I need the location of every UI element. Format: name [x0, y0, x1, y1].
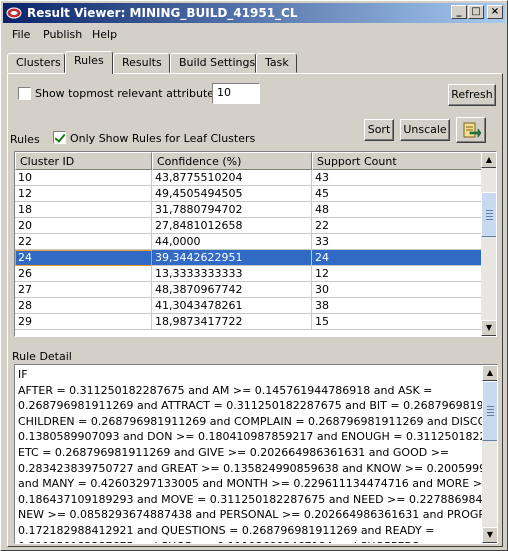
rules-panel: Show topmost relevant attributes: 10 Ref…: [7, 73, 503, 547]
cell-cluster-id: 10: [15, 170, 152, 186]
cell-cluster-id: 18: [15, 202, 152, 218]
rules-label: Rules: [10, 133, 40, 146]
export-icon: [463, 122, 482, 138]
maximize-button[interactable]: □: [468, 5, 484, 19]
sort-button[interactable]: Sort: [364, 119, 394, 141]
rule-detail-line: 0.283423839750727 and GREAT >= 0.1358249…: [18, 461, 498, 475]
rule-detail-text: IF AFTER = 0.311250182287675 and AM >= 0.…: [18, 367, 498, 543]
rule-detail-line: CHILDREN = 0.268796981911269 and COMPLAI…: [18, 414, 498, 428]
menu-bar: File Publish Help: [3, 25, 505, 45]
cell-confidence: 13,3333333333: [152, 266, 312, 282]
rule-detail-line: 0.268796981911269 and ATTRACT = 0.311250…: [18, 399, 498, 413]
export-button[interactable]: [456, 117, 486, 143]
cell-confidence: 39,3442622951: [152, 250, 312, 266]
show-topmost-checkbox[interactable]: [18, 87, 31, 100]
menu-publish[interactable]: Publish: [43, 28, 82, 41]
cell-cluster-id: 28: [15, 298, 152, 314]
rule-detail-line: 0.1380589907093 and DON >= 0.18041098785…: [18, 430, 498, 444]
rules-table: Cluster ID Confidence (%) Support Count …: [14, 151, 497, 337]
cell-confidence: 31,7880794702: [152, 202, 312, 218]
table-row[interactable]: 27 48,3870967742 30: [15, 282, 490, 298]
cell-cluster-id: 27: [15, 282, 152, 298]
detail-scroll-down-icon[interactable]: ▼: [482, 527, 497, 543]
table-row[interactable]: 22 44,0000 33: [15, 234, 490, 250]
detail-scroll-up-icon[interactable]: ▲: [482, 365, 497, 381]
close-button[interactable]: ×: [487, 5, 503, 19]
cell-confidence: 41,3043478261: [152, 298, 312, 314]
tab-results[interactable]: Results: [113, 53, 170, 73]
window-title: Result Viewer: MINING_BUILD_41951_CL: [27, 6, 298, 20]
cell-support-count: 22: [312, 218, 490, 234]
table-row[interactable]: 29 18,9873417722 15: [15, 314, 490, 330]
title-bar[interactable]: Result Viewer: MINING_BUILD_41951_CL _ □…: [3, 3, 505, 23]
cell-support-count: 24: [312, 250, 490, 266]
unscale-button[interactable]: Unscale: [400, 119, 450, 141]
oracle-app-icon: [6, 7, 22, 19]
tab-build-settings[interactable]: Build Settings: [170, 53, 256, 73]
table-row[interactable]: 28 41,3043478261 38: [15, 298, 490, 314]
column-header-confidence[interactable]: Confidence (%): [152, 152, 312, 170]
minimize-button[interactable]: _: [451, 5, 467, 19]
cell-cluster-id: 12: [15, 186, 152, 202]
cell-support-count: 48: [312, 202, 490, 218]
tab-task[interactable]: Task: [256, 53, 297, 73]
table-row[interactable]: 26 13,3333333333 12: [15, 266, 490, 282]
rule-detail-line: and MANY = 0.42603297133005 and MONTH >=…: [18, 477, 492, 491]
cell-confidence: 43,8775510204: [152, 170, 312, 186]
refresh-button[interactable]: Refresh: [448, 84, 496, 106]
menu-help[interactable]: Help: [92, 28, 117, 41]
rule-detail-line: ETC = 0.268796981911269 and GIVE >= 0.20…: [18, 445, 450, 459]
rule-detail-label: Rule Detail: [12, 350, 72, 363]
rule-detail-line: 0.172182988412921 and QUESTIONS = 0.2687…: [18, 523, 435, 537]
tab-strip: Clusters Rules Results Build Settings Ta…: [7, 51, 501, 74]
scroll-up-icon[interactable]: ▲: [481, 152, 496, 168]
rule-detail-line: AFTER = 0.311250182287675 and AM >= 0.14…: [18, 383, 433, 397]
detail-scroll-thumb[interactable]: [482, 381, 497, 441]
table-scroll-thumb[interactable]: [481, 192, 496, 237]
cell-support-count: 30: [312, 282, 490, 298]
cell-confidence: 44,0000: [152, 234, 312, 250]
cell-cluster-id: 29: [15, 314, 152, 330]
rule-detail-line: IF: [18, 368, 28, 381]
table-row[interactable]: 24 39,3442622951 24: [15, 250, 490, 266]
cell-cluster-id: 20: [15, 218, 152, 234]
scroll-down-icon[interactable]: ▼: [481, 320, 496, 336]
result-viewer-window: Result Viewer: MINING_BUILD_41951_CL _ □…: [0, 0, 508, 551]
leaf-only-checkbox[interactable]: [53, 131, 66, 144]
cell-cluster-id: 26: [15, 266, 152, 282]
cell-support-count: 38: [312, 298, 490, 314]
topmost-count-input[interactable]: 10: [212, 83, 260, 104]
table-row[interactable]: 10 43,8775510204 43: [15, 170, 490, 186]
cell-confidence: 48,3870967742: [152, 282, 312, 298]
table-header: Cluster ID Confidence (%) Support Count: [15, 152, 490, 170]
cell-support-count: 33: [312, 234, 490, 250]
tab-clusters[interactable]: Clusters: [7, 53, 65, 73]
cell-cluster-id: 24: [15, 250, 152, 266]
cell-support-count: 12: [312, 266, 490, 282]
rule-detail-line: 0.311250182287675 and SHOP >= 0.11193699…: [18, 539, 480, 543]
detail-scrollbar[interactable]: ▲ ▼: [482, 365, 497, 543]
show-topmost-label: Show topmost relevant attributes:: [35, 87, 224, 100]
cell-confidence: 27,8481012658: [152, 218, 312, 234]
leaf-only-label: Only Show Rules for Leaf Clusters: [70, 132, 256, 145]
rule-detail-area[interactable]: IF AFTER = 0.311250182287675 and AM >= 0.…: [14, 364, 498, 544]
cell-support-count: 45: [312, 186, 490, 202]
cell-confidence: 18,9873417722: [152, 314, 312, 330]
rule-detail-line: NEW >= 0.0858293674887438 and PERSONAL >…: [18, 508, 498, 522]
table-row[interactable]: 20 27,8481012658 22: [15, 218, 490, 234]
menu-file[interactable]: File: [12, 28, 30, 41]
cell-support-count: 43: [312, 170, 490, 186]
cell-confidence: 49,4505494505: [152, 186, 312, 202]
rule-detail-line: 0.186437109189293 and MOVE = 0.311250182…: [18, 492, 498, 506]
column-header-cluster-id[interactable]: Cluster ID: [15, 152, 152, 170]
cell-support-count: 15: [312, 314, 490, 330]
table-row[interactable]: 12 49,4505494505 45: [15, 186, 490, 202]
cell-cluster-id: 22: [15, 234, 152, 250]
table-scrollbar[interactable]: ▲ ▼: [481, 152, 496, 336]
tab-rules[interactable]: Rules: [65, 51, 113, 74]
table-row[interactable]: 18 31,7880794702 48: [15, 202, 490, 218]
column-header-support-count[interactable]: Support Count: [312, 152, 490, 170]
